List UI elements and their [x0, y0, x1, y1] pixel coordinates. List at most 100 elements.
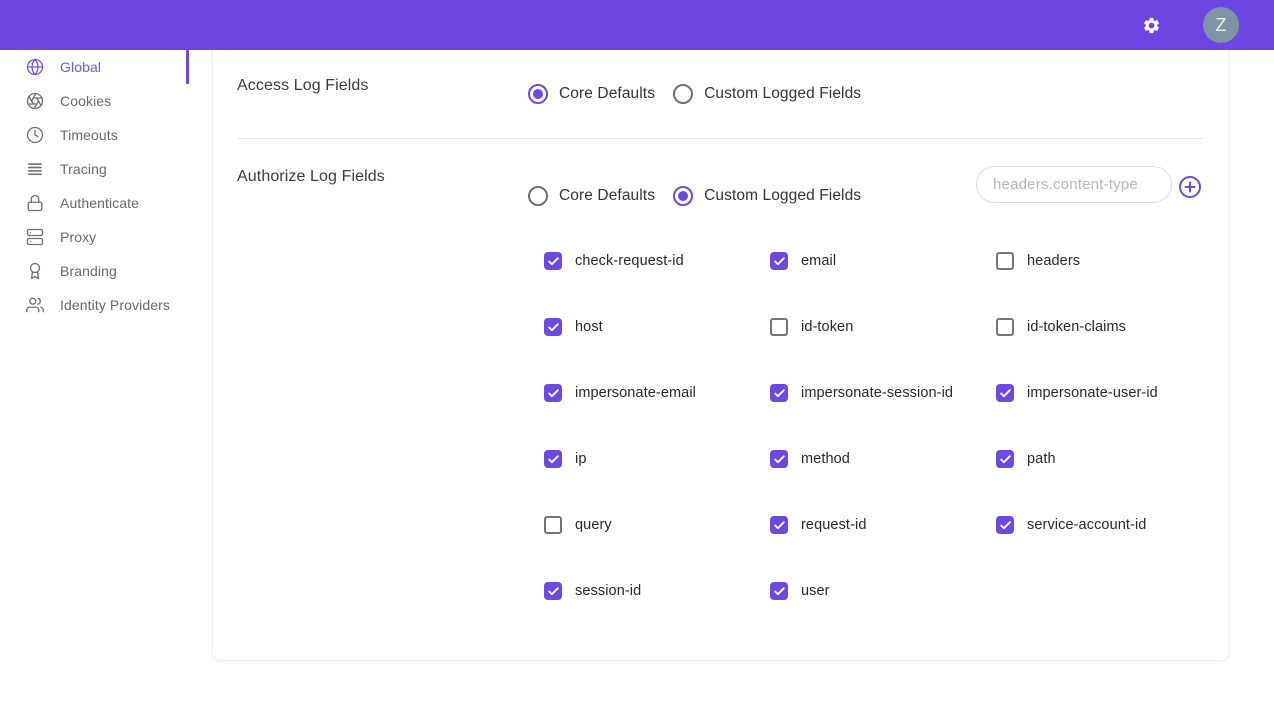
sidebar-item-identity-providers[interactable]: Identity Providers	[0, 288, 189, 322]
gear-icon	[1142, 16, 1161, 35]
sidebar-item-label: Timeouts	[60, 127, 118, 143]
checkbox-icon	[770, 318, 788, 336]
field-checkbox-check-request-id[interactable]: check-request-id	[544, 228, 770, 294]
radio-option-label: Core Defaults	[559, 85, 655, 103]
field-checkbox-impersonate-email[interactable]: impersonate-email	[544, 360, 770, 426]
add-log-field-button[interactable]	[1178, 175, 1202, 199]
sidebar-item-branding[interactable]: Branding	[0, 254, 189, 288]
radio-option-label: Custom Logged Fields	[704, 85, 861, 103]
checkbox-icon	[770, 516, 788, 534]
checkbox-icon	[544, 318, 562, 336]
section-divider	[238, 138, 1203, 139]
access-log-fields-title: Access Log Fields	[237, 77, 369, 95]
field-checkbox-method[interactable]: method	[770, 426, 996, 492]
sidebar-item-proxy[interactable]: Proxy	[0, 220, 189, 254]
radio-option-custom-logged-fields[interactable]: Custom Logged Fields	[673, 84, 861, 104]
sidebar-item-label: Global	[60, 59, 101, 75]
field-checkbox-request-id[interactable]: request-id	[770, 492, 996, 558]
field-checkbox-impersonate-user-id[interactable]: impersonate-user-id	[996, 360, 1222, 426]
radio-icon	[528, 186, 548, 206]
access-log-radio-group: Core Defaults Custom Logged Fields	[528, 80, 861, 108]
checkbox-icon	[544, 516, 562, 534]
field-checkbox-label: impersonate-email	[575, 385, 696, 401]
aperture-icon	[26, 92, 44, 110]
field-checkbox-email[interactable]: email	[770, 228, 996, 294]
radio-option-core-defaults[interactable]: Core Defaults	[528, 186, 655, 206]
field-checkbox-path[interactable]: path	[996, 426, 1222, 492]
field-checkbox-host[interactable]: host	[544, 294, 770, 360]
checkbox-icon	[996, 450, 1014, 468]
field-checkbox-label: path	[1027, 451, 1056, 467]
checkbox-icon	[996, 384, 1014, 402]
checkbox-icon	[544, 384, 562, 402]
field-checkbox-label: user	[801, 583, 830, 599]
avatar[interactable]: Z	[1203, 7, 1239, 43]
sidebar-item-label: Identity Providers	[60, 297, 170, 313]
field-checkbox-label: impersonate-user-id	[1027, 385, 1158, 401]
settings-button[interactable]	[1139, 13, 1163, 37]
authorize-log-radio-group: Core Defaults Custom Logged Fields	[528, 182, 861, 210]
field-checkbox-query[interactable]: query	[544, 492, 770, 558]
checkbox-icon	[544, 582, 562, 600]
globe-icon	[26, 58, 44, 76]
clock-icon	[26, 126, 44, 144]
checkbox-icon	[996, 318, 1014, 336]
authorize-log-fields-title: Authorize Log Fields	[237, 168, 385, 186]
field-checkbox-service-account-id[interactable]: service-account-id	[996, 492, 1222, 558]
field-checkbox-session-id[interactable]: session-id	[544, 558, 770, 624]
settings-card: Access Log Fields Core Defaults Custom L…	[212, 20, 1229, 661]
checkbox-icon	[770, 582, 788, 600]
field-checkbox-label: id-token	[801, 319, 853, 335]
radio-option-custom-logged-fields[interactable]: Custom Logged Fields	[673, 186, 861, 206]
sidebar-item-tracing[interactable]: Tracing	[0, 152, 189, 186]
plus-circle-icon	[1178, 175, 1202, 199]
sidebar-item-timeouts[interactable]: Timeouts	[0, 118, 189, 152]
radio-icon	[673, 84, 693, 104]
radio-icon	[528, 84, 548, 104]
field-checkbox-headers[interactable]: headers	[996, 228, 1222, 294]
field-checkbox-label: service-account-id	[1027, 517, 1146, 533]
radio-option-core-defaults[interactable]: Core Defaults	[528, 84, 655, 104]
sidebar-item-label: Authenticate	[60, 195, 139, 211]
sidebar-item-label: Proxy	[60, 229, 96, 245]
field-checkbox-label: id-token-claims	[1027, 319, 1126, 335]
top-app-bar: Z	[0, 0, 1274, 50]
checkbox-icon	[544, 450, 562, 468]
award-icon	[26, 262, 44, 280]
field-checkbox-label: query	[575, 517, 612, 533]
sidebar-item-label: Tracing	[60, 161, 107, 177]
sidebar-item-authenticate[interactable]: Authenticate	[0, 186, 189, 220]
sidebar-item-cookies[interactable]: Cookies	[0, 84, 189, 118]
checkbox-icon	[544, 252, 562, 270]
lines-icon	[26, 160, 44, 178]
field-checkbox-ip[interactable]: ip	[544, 426, 770, 492]
field-checkbox-label: ip	[575, 451, 587, 467]
sidebar-item-global[interactable]: Global	[0, 50, 189, 84]
field-checkbox-id-token[interactable]: id-token	[770, 294, 996, 360]
field-checkbox-user[interactable]: user	[770, 558, 996, 624]
field-checkbox-id-token-claims[interactable]: id-token-claims	[996, 294, 1222, 360]
field-checkbox-label: method	[801, 451, 850, 467]
server-icon	[26, 228, 44, 246]
checkbox-icon	[996, 252, 1014, 270]
field-checkbox-label: host	[575, 319, 603, 335]
sidebar-item-label: Cookies	[60, 93, 111, 109]
lock-icon	[26, 194, 44, 212]
checkbox-icon	[996, 516, 1014, 534]
radio-icon	[673, 186, 693, 206]
field-checkbox-impersonate-session-id[interactable]: impersonate-session-id	[770, 360, 996, 426]
field-checkbox-label: check-request-id	[575, 253, 684, 269]
checkbox-icon	[770, 384, 788, 402]
checkbox-icon	[770, 252, 788, 270]
radio-option-label: Custom Logged Fields	[704, 187, 861, 205]
field-checkbox-label: headers	[1027, 253, 1080, 269]
add-log-field-input[interactable]	[976, 166, 1172, 203]
users-icon	[26, 296, 44, 314]
sidebar-nav: Global Cookies Timeouts Tracing Authenti…	[0, 50, 189, 322]
logged-fields-grid: check-request-id email headers h	[544, 228, 1222, 624]
field-checkbox-label: session-id	[575, 583, 641, 599]
field-checkbox-label: request-id	[801, 517, 866, 533]
radio-option-label: Core Defaults	[559, 187, 655, 205]
field-checkbox-label: email	[801, 253, 836, 269]
checkbox-icon	[770, 450, 788, 468]
